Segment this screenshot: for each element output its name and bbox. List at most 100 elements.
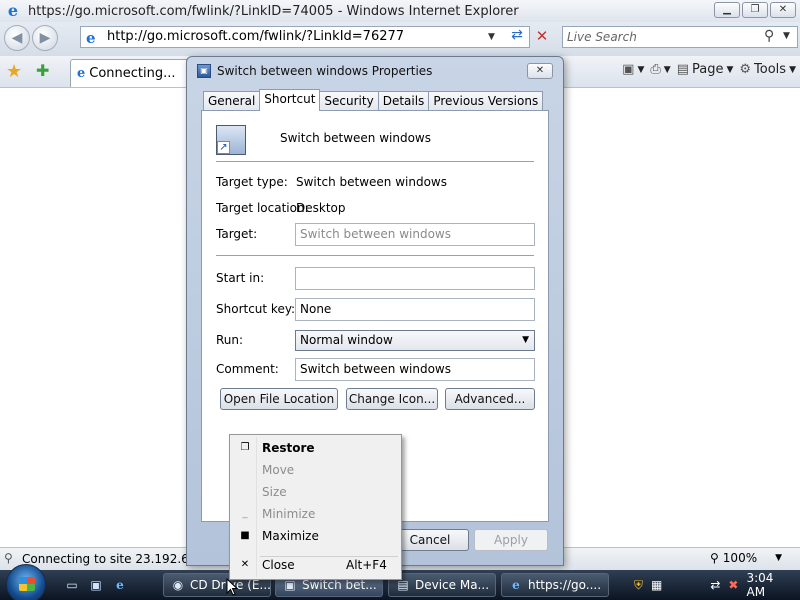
tools-menu-label: Tools [754, 62, 787, 77]
tab-previous-versions[interactable]: Previous Versions [428, 91, 544, 111]
menu-item-label: Maximize [262, 529, 319, 543]
forward-button[interactable]: ▶ [32, 25, 58, 51]
maximize-icon: ■ [240, 530, 250, 541]
zoom-icon: ⚲ [710, 551, 719, 565]
comment-field[interactable]: Switch between windows [295, 358, 535, 381]
window-controls: ▁ ❐ ✕ [714, 2, 796, 18]
menu-item-move[interactable]: Move [232, 459, 399, 481]
apply-button[interactable]: Apply [474, 529, 548, 551]
volume-muted-icon[interactable]: ✖ [728, 578, 738, 592]
zoom-control[interactable]: ⚲ 100% ▼ [710, 551, 782, 565]
minimize-button[interactable]: ▁ [714, 2, 740, 18]
tools-menu-button[interactable]: ⚙ Tools ▼ [739, 62, 796, 77]
feeds-button[interactable]: ▣ ▼ [622, 62, 644, 77]
window-title: https://go.microsoft.com/fwlink/?LinkID=… [28, 3, 519, 19]
menu-item-size[interactable]: Size [232, 481, 399, 503]
menu-item-label: Close [262, 558, 295, 572]
add-favorite-icon[interactable]: ✚ [36, 61, 49, 80]
back-button[interactable]: ◀ [4, 25, 30, 51]
search-icon[interactable]: ⚲ [764, 28, 774, 44]
dialog-close-button[interactable]: ✕ [527, 63, 553, 79]
open-file-location-button[interactable]: Open File Location [220, 388, 338, 410]
start-in-field[interactable] [295, 267, 535, 290]
task-label: Switch bet... [302, 578, 377, 592]
show-desktop-icon[interactable]: ▭ [64, 577, 80, 593]
system-tray: ⛨ ▦ ⇄ ✖ 3:04 AM [630, 571, 800, 599]
refresh-icon[interactable]: ⇄ [506, 27, 528, 47]
chevron-down-icon: ▼ [522, 335, 529, 345]
menu-item-restore[interactable]: ❐ Restore [232, 437, 399, 459]
run-label: Run: [216, 333, 244, 347]
search-input[interactable]: Live Search [562, 26, 798, 48]
security-shield-icon[interactable]: ⛨ [634, 578, 643, 593]
tab-security[interactable]: Security [319, 91, 379, 111]
print-button[interactable]: ⎙ ▼ [650, 62, 670, 77]
dialog-title: Switch between windows Properties [217, 64, 433, 78]
tab-details[interactable]: Details [377, 91, 430, 111]
gear-icon: ⚙ [739, 62, 752, 77]
start-button[interactable] [6, 564, 46, 600]
rss-icon: ▣ [622, 62, 635, 77]
menu-item-close[interactable]: ✕ Close Alt+F4 [232, 554, 399, 576]
shortcut-file-icon [216, 125, 246, 155]
menu-item-label: Restore [262, 441, 315, 455]
maximize-button[interactable]: ❐ [742, 2, 768, 18]
stop-icon[interactable]: ✕ [531, 27, 553, 47]
tab-page-icon: e [77, 66, 86, 81]
task-browser[interactable]: e https://go.... [501, 573, 609, 597]
zoom-level: 100% [722, 551, 758, 565]
window-context-menu: ❐ Restore Move Size _ Minimize ■ Maximiz… [229, 434, 402, 580]
internet-explorer-icon: e [7, 1, 19, 20]
start-in-label: Start in: [216, 271, 265, 285]
shortcut-key-label: Shortcut key: [216, 302, 296, 316]
shortcut-icon: ▣ [197, 64, 211, 78]
shortcut-key-field[interactable]: None [295, 298, 535, 321]
menu-item-maximize[interactable]: ■ Maximize [232, 525, 399, 547]
tab-general[interactable]: General [203, 91, 261, 111]
zoom-dropdown-icon[interactable]: ▼ [775, 553, 782, 563]
comment-label: Comment: [216, 362, 279, 376]
internet-explorer-quicklaunch-icon[interactable]: e [112, 577, 128, 593]
advanced-button[interactable]: Advanced... [445, 388, 535, 410]
network-status-icon[interactable]: ⇄ [710, 578, 720, 592]
page-menu-button[interactable]: ▤ Page ▼ [677, 62, 734, 77]
dialog-tabs: General Shortcut Security Details Previo… [203, 89, 544, 111]
divider [216, 161, 534, 162]
switch-windows-icon[interactable]: ▣ [88, 577, 104, 593]
target-field[interactable]: Switch between windows [295, 223, 535, 246]
cancel-button[interactable]: Cancel [391, 529, 469, 551]
network-icon[interactable]: ▦ [651, 578, 662, 592]
shortcut-name: Switch between windows [280, 131, 431, 145]
target-label: Target: [216, 227, 258, 241]
menu-item-minimize[interactable]: _ Minimize [232, 503, 399, 525]
minimize-icon: _ [242, 508, 248, 519]
target-type-value: Switch between windows [296, 175, 447, 189]
menu-item-shortcut: Alt+F4 [346, 558, 387, 572]
run-select[interactable]: Normal window ▼ [295, 330, 535, 351]
restore-icon: ❐ [240, 442, 250, 453]
page-icon: e [86, 29, 96, 47]
browser-tab[interactable]: e Connecting... [70, 59, 190, 87]
search-dropdown-icon[interactable]: ▼ [783, 31, 790, 41]
close-window-button[interactable]: ✕ [770, 2, 796, 18]
change-icon-button[interactable]: Change Icon... [346, 388, 438, 410]
menu-item-label: Move [262, 463, 295, 477]
task-device-manager[interactable]: ▤ Device Ma... [388, 573, 496, 597]
menu-item-label: Minimize [262, 507, 316, 521]
address-input[interactable]: http://go.microsoft.com/fwlink/?LinkId=7… [80, 26, 530, 48]
close-icon: ✕ [240, 559, 250, 570]
clock[interactable]: 3:04 AM [746, 571, 788, 599]
run-select-value: Normal window [300, 333, 393, 347]
address-toolbar: ◀ ▶ http://go.microsoft.com/fwlink/?Link… [0, 22, 800, 56]
address-dropdown-icon[interactable]: ▼ [488, 32, 495, 42]
loading-icon: ⚲ [4, 551, 13, 565]
mouse-cursor-icon [226, 578, 238, 596]
target-location-label: Target location: [216, 201, 309, 215]
task-label: Device Ma... [415, 578, 490, 592]
ie-title-bar: e https://go.microsoft.com/fwlink/?LinkI… [0, 0, 800, 22]
target-type-label: Target type: [216, 175, 288, 189]
internet-explorer-icon: e [512, 578, 520, 592]
printer-icon: ⎙ [650, 62, 661, 77]
favorites-star-icon[interactable]: ★ [6, 61, 22, 82]
tab-shortcut[interactable]: Shortcut [259, 89, 321, 111]
